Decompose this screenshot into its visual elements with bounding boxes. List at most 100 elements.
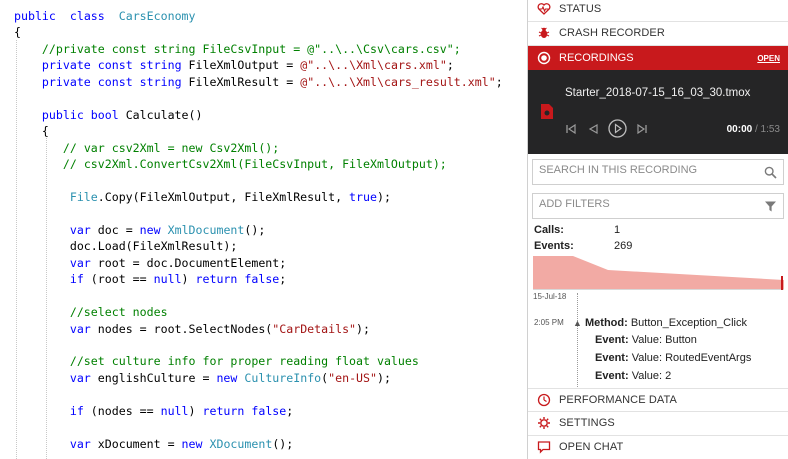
time-total: 1:53 [760, 124, 780, 135]
code-token: (root == [83, 272, 154, 287]
heart-pulse-icon [537, 3, 551, 15]
code-line[interactable]: var nodes = root.SelectNodes("CarDetails… [14, 321, 370, 337]
event-row[interactable]: Event: Value: Button [595, 334, 697, 346]
code-token: @"..\..\Xml\cars.xml" [300, 58, 447, 73]
gauge-icon [537, 393, 551, 407]
event-row[interactable]: Event: Value: RoutedEventArgs [595, 352, 751, 364]
code-line[interactable]: // csv2Xml.ConvertCsv2Xml(FileCsvInput, … [14, 156, 447, 172]
code-line[interactable]: var doc = new XmlDocument(); [14, 222, 266, 238]
code-line[interactable]: doc.Load(FileXmlResult); [14, 238, 238, 254]
filter-icon[interactable] [764, 200, 777, 213]
recordings-label: RECORDINGS [559, 52, 634, 64]
code-token: CarsEconomy [118, 9, 196, 23]
code-line[interactable]: //private const string FileCsvInput = @"… [14, 41, 461, 57]
method-row[interactable]: Method: Button_Exception_Click [585, 317, 747, 329]
search-box[interactable] [532, 159, 784, 185]
menu-open-chat-label: OPEN CHAT [559, 441, 624, 453]
playback-time: 00:00 / 1:53 [727, 124, 780, 135]
search-input[interactable] [539, 164, 759, 176]
code-line[interactable]: var englishCulture = new CultureInfo("en… [14, 370, 391, 386]
code-line[interactable]: private const string FileXmlResult = @".… [14, 74, 503, 90]
events-sparkline[interactable] [533, 254, 784, 290]
code-token: var [69, 222, 91, 237]
play-icon[interactable] [608, 119, 627, 138]
event-value: Value: 2 [631, 370, 672, 382]
code-token: if [69, 272, 84, 287]
code-line[interactable]: //set culture info for proper reading fl… [14, 353, 419, 369]
recordings-header[interactable]: RECORDINGS OPEN [528, 46, 788, 70]
open-link[interactable]: OPEN [757, 54, 780, 63]
code-token: public [41, 107, 84, 122]
code-line[interactable]: var root = doc.DocumentElement; [14, 255, 286, 271]
code-token: XmlDocument [167, 222, 245, 237]
code-token: private [41, 74, 91, 89]
code-token: null [160, 403, 189, 418]
code-line[interactable]: public class CarsEconomy [14, 8, 196, 24]
gear-icon [538, 417, 550, 429]
code-line[interactable]: private const string FileXmlOutput = @".… [14, 57, 454, 73]
search-icon[interactable] [764, 166, 777, 179]
code-token: bool [90, 107, 119, 122]
calls-value: 1 [614, 224, 621, 236]
event-label: Event: [595, 334, 629, 346]
menu-crash-recorder[interactable]: CRASH RECORDER [528, 22, 788, 46]
code-editor[interactable]: public class CarsEconomy{ //private cons… [0, 0, 527, 459]
code-token: nodes = root.SelectNodes( [90, 321, 273, 336]
code-token: Calculate() [118, 107, 203, 122]
code-line[interactable]: var xDocument = new XDocument(); [14, 436, 293, 452]
code-line[interactable]: { [14, 24, 21, 40]
code-token: false [251, 403, 287, 418]
time-current: 00:00 [726, 124, 753, 135]
code-line[interactable]: { [14, 123, 49, 139]
code-line[interactable]: public bool Calculate() [14, 107, 203, 123]
code-token: //set culture info for proper reading fl… [69, 354, 419, 369]
skip-back-icon[interactable] [565, 123, 577, 135]
code-line[interactable]: // var csv2Xml = new Csv2Xml(); [14, 140, 279, 156]
code-token: CultureInfo [244, 370, 322, 385]
timeline-line [577, 293, 578, 387]
event-row[interactable]: Event: Value: 2 [595, 370, 671, 382]
menu-performance-data[interactable]: PERFORMANCE DATA [528, 388, 788, 412]
code-token: false [244, 272, 280, 287]
prev-icon[interactable] [587, 123, 599, 135]
code-line[interactable]: File.Copy(FileXmlOutput, FileXmlResult, … [14, 189, 391, 205]
recording-file-name[interactable]: Starter_2018-07-15_16_03_30.tmox [565, 87, 750, 99]
filters-input[interactable] [539, 198, 759, 210]
code-token: ; [495, 74, 503, 89]
code-token: //private const string FileCsvInput = @"… [41, 41, 461, 56]
code-token: var [69, 255, 91, 270]
filters-box[interactable] [532, 193, 784, 219]
code-token: @"..\..\Xml\cars_result.xml" [300, 74, 496, 89]
code-line[interactable]: if (root == null) return false; [14, 271, 286, 287]
code-line[interactable]: if (nodes == null) return false; [14, 403, 293, 419]
code-token: null [153, 272, 182, 287]
code-token: ; [446, 58, 454, 73]
code-token: if [69, 403, 84, 418]
skip-forward-icon[interactable] [636, 123, 648, 135]
method-label: Method: [585, 317, 628, 329]
menu-open-chat[interactable]: OPEN CHAT [528, 436, 788, 459]
time-separator: / [754, 124, 758, 135]
code-token: return [195, 272, 238, 287]
timeline-date: 15-Jul-18 [533, 292, 567, 301]
collapse-caret-icon[interactable]: ▲ [573, 318, 582, 328]
code-token: (nodes == [83, 403, 161, 418]
menu-settings[interactable]: SETTINGS [528, 412, 788, 436]
code-token: var [69, 321, 91, 336]
code-token: // csv2Xml.ConvertCsv2Xml(FileCsvInput, … [62, 157, 447, 172]
event-label: Event: [595, 370, 629, 382]
code-line[interactable]: //select nodes [14, 304, 168, 320]
code-token: englishCulture = [90, 370, 217, 385]
menu-status[interactable]: STATUS [528, 0, 788, 22]
record-icon [537, 51, 551, 65]
menu-crash-recorder-label: CRASH RECORDER [559, 27, 665, 39]
